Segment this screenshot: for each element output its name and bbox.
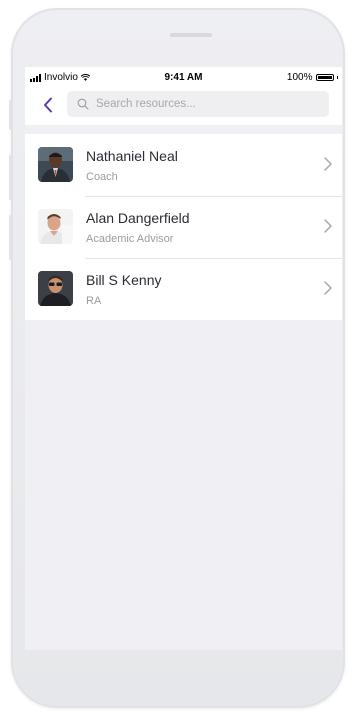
battery-tip-icon xyxy=(336,76,338,79)
resource-name: Nathaniel Neal xyxy=(86,148,178,164)
resource-name: Bill S Kenny xyxy=(86,272,162,288)
battery-icon xyxy=(315,74,334,81)
resource-role: Coach xyxy=(86,171,118,183)
chevron-right-icon xyxy=(324,157,332,171)
search-input[interactable] xyxy=(94,97,329,111)
phone-side-button xyxy=(9,100,12,130)
avatar xyxy=(38,147,73,182)
avatar-photo-icon xyxy=(38,271,73,306)
chevron-right-icon xyxy=(324,281,332,295)
search-icon xyxy=(77,98,89,110)
list-item[interactable]: Bill S Kenny RA xyxy=(25,258,342,320)
back-button[interactable] xyxy=(36,93,60,117)
resource-role: RA xyxy=(86,295,102,307)
phone-volume-up-button xyxy=(9,155,12,200)
resource-name: Alan Dangerfield xyxy=(86,210,190,226)
chevron-left-icon xyxy=(44,97,52,113)
avatar xyxy=(38,209,73,244)
chevron-right-icon xyxy=(324,219,332,233)
avatar-photo-icon xyxy=(38,147,73,182)
list-item[interactable]: Alan Dangerfield Academic Advisor xyxy=(25,196,342,258)
phone-speaker xyxy=(170,33,212,37)
nav-bar xyxy=(25,87,342,125)
phone-screen: Involvio 9:41 AM 100% Search resources..… xyxy=(25,67,342,650)
avatar-photo-icon xyxy=(38,209,73,244)
status-bar: Involvio 9:41 AM 100% xyxy=(25,67,342,87)
search-bar[interactable] xyxy=(67,91,329,117)
status-right: 100% xyxy=(287,72,338,83)
resource-role: Academic Advisor xyxy=(86,233,174,245)
resource-list: Nathaniel Neal Coach Alan Dangerfield Ac… xyxy=(25,134,342,320)
phone-volume-down-button xyxy=(9,215,12,260)
list-item[interactable]: Nathaniel Neal Coach xyxy=(25,134,342,196)
battery-percent: 100% xyxy=(286,72,313,83)
avatar xyxy=(38,271,73,306)
